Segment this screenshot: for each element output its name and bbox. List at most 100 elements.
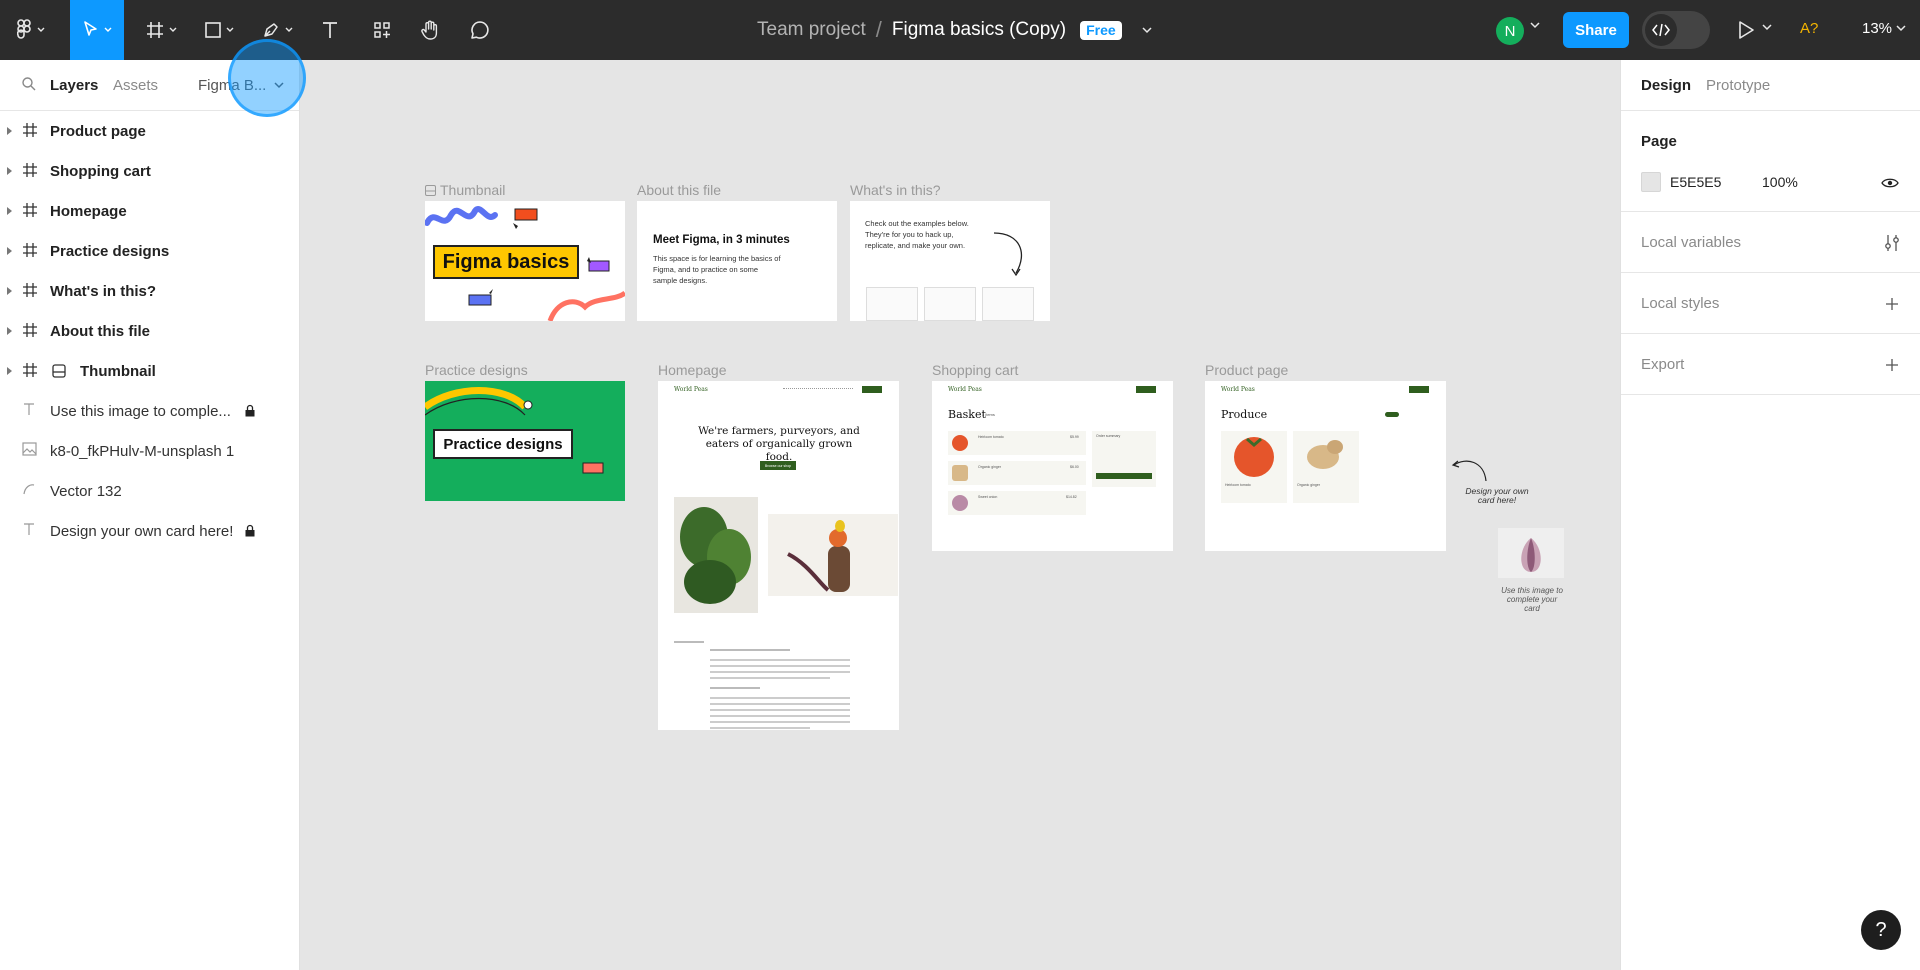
- layer-item-homepage[interactable]: Homepage: [0, 191, 299, 231]
- text-tool-button[interactable]: [314, 10, 346, 50]
- vector-arrow[interactable]: [1450, 455, 1490, 483]
- play-icon[interactable]: [1737, 20, 1755, 40]
- frame-product[interactable]: World Peas Produce Heirloom tomato Organ…: [1205, 381, 1446, 551]
- frame-tool-button[interactable]: [140, 10, 182, 50]
- tab-prototype[interactable]: Prototype: [1706, 77, 1770, 94]
- help-button[interactable]: ?: [1861, 910, 1901, 950]
- expand-caret-icon[interactable]: [7, 127, 12, 135]
- text-t-icon: [323, 22, 337, 38]
- expand-caret-icon[interactable]: [7, 167, 12, 175]
- expand-caret-icon[interactable]: [7, 367, 12, 375]
- comment-tool-button[interactable]: [464, 10, 496, 50]
- chevron-down-icon[interactable]: [1530, 22, 1540, 29]
- frame-label-cart[interactable]: Shopping cart: [932, 362, 1018, 378]
- frame-about[interactable]: Meet Figma, in 3 minutes This space is f…: [637, 201, 837, 321]
- dev-mode-knob: [1645, 14, 1677, 46]
- main-menu-button[interactable]: [10, 10, 52, 50]
- homepage-brand: World Peas: [674, 386, 708, 393]
- zoom-menu[interactable]: 13%: [1862, 20, 1906, 37]
- plus-icon[interactable]: [1885, 297, 1899, 311]
- dev-mode-toggle[interactable]: [1642, 11, 1710, 49]
- file-name[interactable]: Figma basics (Copy): [892, 19, 1066, 41]
- layer-item-design-card-text[interactable]: Design your own card here!: [0, 511, 299, 551]
- expand-caret-icon[interactable]: [7, 287, 12, 295]
- frame-label-about[interactable]: About this file: [637, 182, 721, 198]
- onion-image[interactable]: [1498, 528, 1564, 578]
- text-icon: [24, 523, 34, 535]
- avatar[interactable]: N: [1496, 17, 1524, 45]
- frame-practice[interactable]: Practice designs: [425, 381, 625, 501]
- export-section[interactable]: Export: [1621, 334, 1920, 395]
- frame-icon: [23, 243, 37, 257]
- expand-caret-icon[interactable]: [7, 327, 12, 335]
- search-icon[interactable]: [21, 76, 37, 92]
- accessibility-check-label[interactable]: A?: [1800, 20, 1818, 37]
- chevron-down-icon[interactable]: [1142, 26, 1152, 34]
- frame-cart[interactable]: World Peas Basket 3 items Heirloom tomat…: [932, 381, 1173, 551]
- tab-design[interactable]: Design: [1641, 77, 1691, 94]
- layer-item-practice-designs[interactable]: Practice designs: [0, 231, 299, 271]
- layer-item-about-this-file[interactable]: About this file: [0, 311, 299, 351]
- lock-icon[interactable]: [244, 404, 256, 417]
- design-canvas[interactable]: Thumbnail About this file What's in this…: [300, 60, 1620, 970]
- share-button[interactable]: Share: [1563, 12, 1629, 48]
- plus-icon[interactable]: [1885, 358, 1899, 372]
- homepage-photo-greens: [674, 497, 758, 613]
- eye-icon[interactable]: [1881, 177, 1899, 189]
- layer-item-use-image-text[interactable]: Use this image to comple...: [0, 391, 299, 431]
- chevron-down-icon: [285, 27, 293, 32]
- cart-summary-card: Order summary: [1092, 431, 1156, 487]
- page-color-value[interactable]: E5E5E5: [1670, 174, 1721, 190]
- page-opacity-value[interactable]: 100%: [1762, 174, 1798, 190]
- resources-tool-button[interactable]: [366, 10, 398, 50]
- chevron-down-icon[interactable]: [1762, 24, 1772, 31]
- frame-thumbnail[interactable]: Figma basics: [425, 201, 625, 321]
- product-card: Heirloom tomato: [1221, 431, 1287, 503]
- frame-whats-in[interactable]: Check out the examples below. They're fo…: [850, 201, 1050, 321]
- page-section: Page E5E5E5 100%: [1621, 111, 1920, 212]
- cursor-arrow-icon: [84, 21, 97, 36]
- layer-item-whats-in-this[interactable]: What's in this?: [0, 271, 299, 311]
- vector-icon: [23, 484, 35, 495]
- expand-caret-icon[interactable]: [7, 207, 12, 215]
- tab-layers[interactable]: Layers: [50, 77, 98, 94]
- layer-name: What's in this?: [50, 283, 157, 300]
- frame-homepage[interactable]: World Peas We're farmers, purveyors, and…: [658, 381, 899, 730]
- cursor-click-indicator: [228, 39, 306, 117]
- layer-item-shopping-cart[interactable]: Shopping cart: [0, 151, 299, 191]
- page-section-title: Page: [1641, 133, 1677, 150]
- team-name[interactable]: Team project: [757, 19, 866, 41]
- move-tool-button[interactable]: [70, 0, 124, 60]
- frame-label-homepage[interactable]: Homepage: [658, 362, 727, 378]
- layer-name: Practice designs: [50, 243, 170, 260]
- expand-caret-icon[interactable]: [7, 247, 12, 255]
- product-card: Organic ginger: [1293, 431, 1359, 503]
- use-image-note[interactable]: Use this image to complete your card: [1500, 586, 1564, 613]
- homepage-headline: We're farmers, purveyors, and eaters of …: [698, 425, 860, 463]
- local-styles-label: Local styles: [1641, 295, 1720, 312]
- tab-assets[interactable]: Assets: [113, 77, 158, 94]
- page-color-swatch[interactable]: [1641, 172, 1661, 192]
- layer-item-unsplash-image[interactable]: k8-0_fkPHulv-M-unsplash 1: [0, 431, 299, 471]
- layer-item-vector[interactable]: Vector 132: [0, 471, 299, 511]
- layer-item-thumbnail[interactable]: Thumbnail: [0, 351, 299, 391]
- homepage-nav: [783, 388, 853, 391]
- figma-logo-icon: [17, 19, 31, 39]
- local-styles-section[interactable]: Local styles: [1621, 273, 1920, 334]
- frame-label-thumbnail[interactable]: Thumbnail: [425, 182, 505, 198]
- frame-label-whats-in[interactable]: What's in this?: [850, 182, 941, 198]
- preview-thumb: [924, 287, 976, 321]
- comment-bubble-icon: [471, 21, 489, 39]
- product-nav-button: [1409, 386, 1429, 393]
- layer-item-product-page[interactable]: Product page: [0, 111, 299, 151]
- hand-tool-button[interactable]: [414, 10, 446, 50]
- frame-label-product[interactable]: Product page: [1205, 362, 1288, 378]
- shape-tool-button[interactable]: [198, 10, 240, 50]
- ginger-image: [1307, 440, 1343, 469]
- lock-icon[interactable]: [244, 524, 256, 537]
- variables-sliders-icon[interactable]: [1884, 234, 1900, 252]
- layer-name: Product page: [50, 123, 146, 140]
- local-variables-section[interactable]: Local variables: [1621, 212, 1920, 273]
- frame-label-practice[interactable]: Practice designs: [425, 362, 528, 378]
- design-card-note[interactable]: Design your own card here!: [1457, 487, 1537, 505]
